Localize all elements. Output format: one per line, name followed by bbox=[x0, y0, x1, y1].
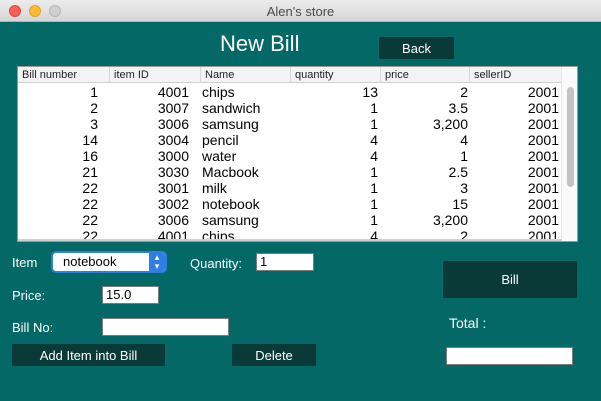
table-row[interactable]: 22 3006 samsung 1 3,200 2001 bbox=[18, 212, 562, 228]
back-button[interactable]: Back bbox=[379, 37, 454, 59]
table-row[interactable]: 3 3006 samsung 1 3,200 2001 bbox=[18, 116, 562, 132]
table-cell: samsung bbox=[202, 116, 259, 132]
add-item-into-bill-button[interactable]: Add Item into Bill bbox=[12, 344, 165, 366]
table-cell: 2001 bbox=[527, 100, 559, 116]
column-header-item-id[interactable]: item ID bbox=[110, 67, 201, 83]
table-cell: water bbox=[202, 148, 237, 164]
table-cell: 2001 bbox=[527, 212, 559, 228]
table-cell: 15 bbox=[452, 196, 468, 212]
table-row[interactable]: 16 3000 water 4 1 2001 bbox=[18, 148, 562, 164]
bill-table[interactable]: Bill number item ID Name quantity price … bbox=[17, 66, 578, 242]
table-cell: 4001 bbox=[157, 84, 189, 100]
table-cell: milk bbox=[202, 180, 227, 196]
table-cell: 3030 bbox=[157, 164, 189, 180]
table-cell: 16 bbox=[82, 148, 98, 164]
column-header-price[interactable]: price bbox=[381, 67, 470, 83]
page-title: New Bill bbox=[220, 31, 300, 56]
table-horizontal-scrollbar[interactable] bbox=[18, 239, 562, 241]
table-cell: 3001 bbox=[157, 180, 189, 196]
window-titlebar: Alen's store bbox=[0, 0, 601, 22]
table-cell: 2 bbox=[460, 84, 468, 100]
price-label: Price: bbox=[12, 288, 46, 303]
table-cell: 2 bbox=[90, 100, 98, 116]
table-cell: 3006 bbox=[157, 212, 189, 228]
table-cell: 22 bbox=[82, 196, 98, 212]
table-cell: 1 bbox=[460, 148, 468, 164]
table-cell: 2001 bbox=[527, 132, 559, 148]
table-cell: 3,200 bbox=[432, 116, 468, 132]
table-cell: 2.5 bbox=[448, 164, 468, 180]
table-cell: 2001 bbox=[527, 180, 559, 196]
total-label: Total : bbox=[449, 315, 487, 331]
table-cell: 22 bbox=[82, 180, 98, 196]
table-row[interactable]: 21 3030 Macbook 1 2.5 2001 bbox=[18, 164, 562, 180]
table-cell: Macbook bbox=[202, 164, 259, 180]
table-cell: 14 bbox=[82, 132, 98, 148]
column-header-quantity[interactable]: quantity bbox=[291, 67, 381, 83]
quantity-field[interactable]: 1 bbox=[256, 253, 314, 271]
table-cell: 1 bbox=[370, 116, 378, 132]
window-title: Alen's store bbox=[266, 4, 335, 19]
item-label: Item bbox=[12, 255, 38, 270]
table-cell: 3,200 bbox=[432, 212, 468, 228]
table-header: Bill number item ID Name quantity price … bbox=[18, 67, 562, 83]
quantity-label: Quantity: bbox=[190, 256, 243, 271]
table-cell: 3006 bbox=[157, 116, 189, 132]
bill-no-label: Bill No: bbox=[12, 320, 54, 335]
table-cell: 1 bbox=[370, 212, 378, 228]
table-cell: 3 bbox=[460, 180, 468, 196]
table-cell: 4 bbox=[460, 132, 468, 148]
table-cell: 2001 bbox=[527, 148, 559, 164]
table-row[interactable]: 1 4001 chips 13 2 2001 bbox=[18, 84, 562, 100]
table-row[interactable]: 22 3002 notebook 1 15 2001 bbox=[18, 196, 562, 212]
table-cell: pencil bbox=[202, 132, 239, 148]
table-cell: 3.5 bbox=[448, 100, 468, 116]
chevron-up-down-icon[interactable]: ▴ ▾ bbox=[149, 253, 165, 271]
table-row[interactable]: 2 3007 sandwich 1 3.5 2001 bbox=[18, 100, 562, 116]
table-cell: 4 bbox=[370, 132, 378, 148]
table-body: 1 4001 chips 13 2 2001 2 3007 sandwich 1 3.5 2001 3 3… bbox=[18, 84, 562, 241]
bill-button[interactable]: Bill bbox=[443, 261, 577, 298]
table-cell: 1 bbox=[370, 180, 378, 196]
table-cell: 22 bbox=[82, 212, 98, 228]
table-cell: 3000 bbox=[157, 148, 189, 164]
table-cell: 3 bbox=[90, 116, 98, 132]
item-select-value: notebook bbox=[63, 254, 117, 269]
table-row[interactable]: 22 3001 milk 1 3 2001 bbox=[18, 180, 562, 196]
main-panel: New Bill Back Bill number item ID Name q… bbox=[0, 22, 601, 401]
table-cell: 2001 bbox=[527, 164, 559, 180]
delete-button[interactable]: Delete bbox=[232, 344, 316, 366]
table-cell: sandwich bbox=[202, 100, 261, 116]
item-select[interactable]: notebook ▴ ▾ bbox=[51, 251, 167, 273]
table-cell: 2001 bbox=[527, 116, 559, 132]
column-header-bill-number[interactable]: Bill number bbox=[18, 67, 110, 83]
price-field[interactable]: 15.0 bbox=[102, 286, 159, 304]
scrollbar-thumb[interactable] bbox=[567, 87, 574, 187]
bill-no-field[interactable] bbox=[102, 318, 229, 336]
table-cell: 1 bbox=[370, 164, 378, 180]
table-cell: 3002 bbox=[157, 196, 189, 212]
table-cell: 1 bbox=[370, 196, 378, 212]
table-cell: 1 bbox=[370, 100, 378, 116]
table-row[interactable]: 14 3004 pencil 4 4 2001 bbox=[18, 132, 562, 148]
table-cell: 13 bbox=[362, 84, 378, 100]
column-header-name[interactable]: Name bbox=[201, 67, 291, 83]
table-cell: 4 bbox=[370, 148, 378, 164]
table-cell: 1 bbox=[90, 84, 98, 100]
table-cell: samsung bbox=[202, 212, 259, 228]
total-field[interactable] bbox=[446, 347, 573, 365]
table-cell: 3007 bbox=[157, 100, 189, 116]
table-cell: 3004 bbox=[157, 132, 189, 148]
table-vertical-scrollbar[interactable] bbox=[561, 67, 577, 241]
table-cell: 2001 bbox=[527, 196, 559, 212]
table-cell: 2001 bbox=[527, 84, 559, 100]
column-header-seller-id[interactable]: sellerID bbox=[470, 67, 562, 83]
table-cell: chips bbox=[202, 84, 235, 100]
table-cell: notebook bbox=[202, 196, 260, 212]
table-cell: 21 bbox=[82, 164, 98, 180]
